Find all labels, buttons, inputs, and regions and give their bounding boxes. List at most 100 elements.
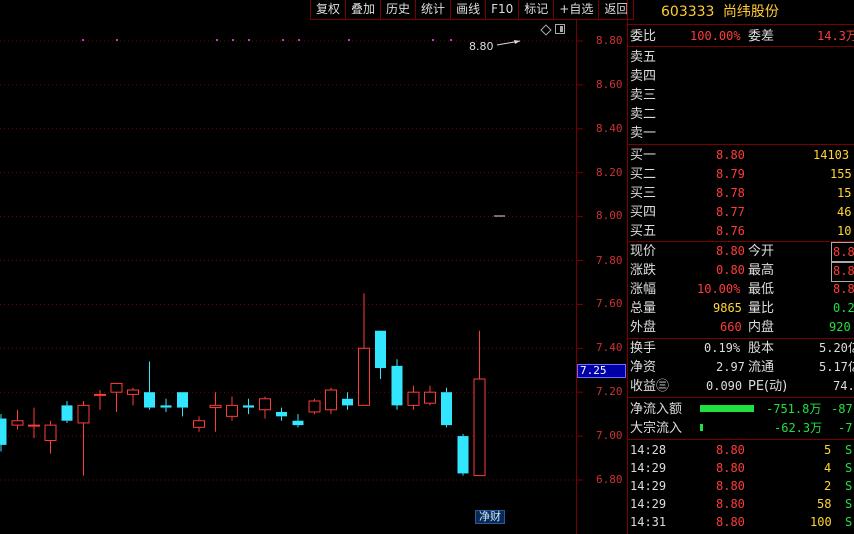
quote-row-change: 涨跌 0.80 最高 8.8 — [630, 261, 854, 282]
sell-level-4[interactable]: 卖四 — [630, 67, 656, 86]
signal-dot — [216, 39, 218, 41]
y-tick-label: 7.40 — [596, 341, 623, 354]
candle-body — [28, 424, 40, 427]
candle-body — [259, 398, 271, 411]
tick-row: 14:29 8.80 2 S — [630, 479, 853, 493]
candle-body — [177, 392, 188, 408]
buy-level-5[interactable]: 买五 8.76 10 — [630, 222, 854, 241]
sell-level-1[interactable]: 卖一 — [630, 124, 656, 143]
weicha-label: 委差 — [748, 29, 775, 44]
candle-body — [325, 389, 337, 411]
y-tick-label: 7.20 — [596, 385, 623, 398]
sell-level-3[interactable]: 卖三 — [630, 86, 656, 105]
kline-chart-area[interactable]: 8.80 复权 叠加 历史 统计 画线 F10 标记 +自选 返回 8.80 8… — [0, 0, 635, 534]
stock-name: 尚纬股份 — [722, 4, 779, 20]
candle-body — [110, 382, 123, 393]
total-volume: 9865 — [713, 301, 742, 315]
signal-dot — [82, 39, 84, 41]
candle-body — [226, 404, 238, 417]
y-tick-label: 7.00 — [596, 429, 623, 442]
signal-dot — [116, 39, 118, 41]
candle-body — [0, 418, 7, 445]
candle-body — [342, 398, 353, 406]
turnover: 0.19% — [704, 341, 741, 355]
weibi-row: 委比 100.00% 委差 14.3万 — [630, 27, 854, 46]
jingcai-tag[interactable]: 净财 — [475, 510, 505, 524]
volume-ratio: 0.2 — [833, 301, 854, 315]
candle-body — [243, 405, 254, 408]
last-price: 8.80 — [716, 244, 745, 258]
candle-body — [441, 392, 452, 426]
candle-body — [127, 389, 139, 395]
total-shares: 5.20亿 — [819, 341, 854, 355]
net-inflow-value: -751.8万 — [766, 402, 822, 416]
signal-dot — [232, 39, 234, 41]
fin-row-netasset: 净资 2.97 流通 5.17亿 — [630, 358, 854, 377]
candle-body — [457, 436, 469, 474]
buy-level-4[interactable]: 买四 8.77 46 — [630, 203, 854, 222]
signal-dot — [348, 39, 350, 41]
net-asset: 2.97 — [716, 360, 745, 374]
y-tick-label: 8.00 — [596, 209, 623, 222]
weibi-label: 委比 — [630, 29, 657, 44]
statistics-button[interactable]: 统计 — [415, 0, 451, 20]
fin-row-turnover: 换手 0.19% 股本 5.20亿 — [630, 339, 854, 358]
signal-dot — [432, 39, 434, 41]
overlay-button[interactable]: 叠加 — [345, 0, 381, 20]
sell-level-5[interactable]: 卖五 — [630, 48, 656, 67]
current-price-marker: 7.25 — [577, 364, 626, 378]
candle-body — [209, 404, 222, 409]
float-shares: 5.17亿 — [819, 360, 854, 374]
net-inflow-row: 净流入额 -751.8万 -87 — [630, 402, 853, 417]
y-tick-label: 7.80 — [596, 254, 623, 267]
low-price: 8.8 — [833, 282, 854, 296]
weibi-value: 100.00% — [690, 29, 741, 43]
kline-chart[interactable]: 8.80 — [0, 0, 627, 534]
window-toggle-icon[interactable] — [555, 24, 565, 34]
signal-dot — [298, 39, 300, 41]
candle-body — [11, 420, 24, 426]
buy-level-3[interactable]: 买三 8.78 15 — [630, 184, 854, 203]
quote-row-outer: 外盘 660 内盘 920 — [630, 320, 851, 335]
candle-body — [358, 347, 370, 406]
stock-code: 603333 — [661, 4, 715, 20]
inner-volume: 920 — [829, 320, 851, 334]
chart-corner-icons — [540, 24, 565, 36]
tick-row: 14:29 8.80 58 S — [630, 497, 853, 511]
high-annotation-arrowhead — [514, 40, 520, 44]
y-tick-label: 8.40 — [596, 122, 623, 135]
price-change: 0.80 — [716, 263, 745, 277]
pct-change: 10.00% — [697, 282, 741, 296]
candle-body — [407, 391, 420, 406]
y-tick-label: 8.80 — [596, 34, 623, 47]
stock-header: 603333 尚纬股份 — [628, 0, 854, 25]
add-watchlist-button[interactable]: +自选 — [553, 0, 599, 20]
candle-body — [292, 420, 304, 426]
fin-row-eps: 收益㊂ 0.090 PE(动) 74. — [630, 379, 854, 394]
candle-body — [375, 330, 386, 369]
candle-body — [391, 365, 403, 406]
weicha-value: 14.3万 — [817, 29, 854, 43]
high-price: 8.8 — [831, 261, 854, 282]
candle-body — [193, 420, 205, 428]
f10-button[interactable]: F10 — [485, 0, 519, 20]
candle-body — [144, 392, 155, 408]
tick-row: 14:29 8.80 4 S — [630, 461, 853, 475]
buy-level-1[interactable]: 买一 8.80 14103 — [630, 146, 854, 165]
sell-level-2[interactable]: 卖二 — [630, 105, 656, 124]
y-tick-label: 8.20 — [596, 166, 623, 179]
y-tick-label: 7.60 — [596, 297, 623, 310]
quote-row-volume: 总量 9865 量比 0.2 — [630, 301, 854, 316]
quote-row-pct: 涨幅 10.00% 最低 8.8 — [630, 282, 854, 297]
history-button[interactable]: 历史 — [380, 0, 416, 20]
fuquan-button[interactable]: 复权 — [310, 0, 346, 20]
mark-button[interactable]: 标记 — [518, 0, 554, 20]
buy-level-2[interactable]: 买二 8.79 155 — [630, 165, 854, 184]
signal-dot — [248, 39, 250, 41]
candle-body — [44, 424, 57, 441]
draw-line-button[interactable]: 画线 — [450, 0, 486, 20]
candle-body — [424, 391, 436, 404]
diamond-icon[interactable] — [540, 24, 552, 36]
net-inflow-pct: -87 — [831, 402, 853, 416]
open-price: 8.8 — [831, 242, 854, 263]
